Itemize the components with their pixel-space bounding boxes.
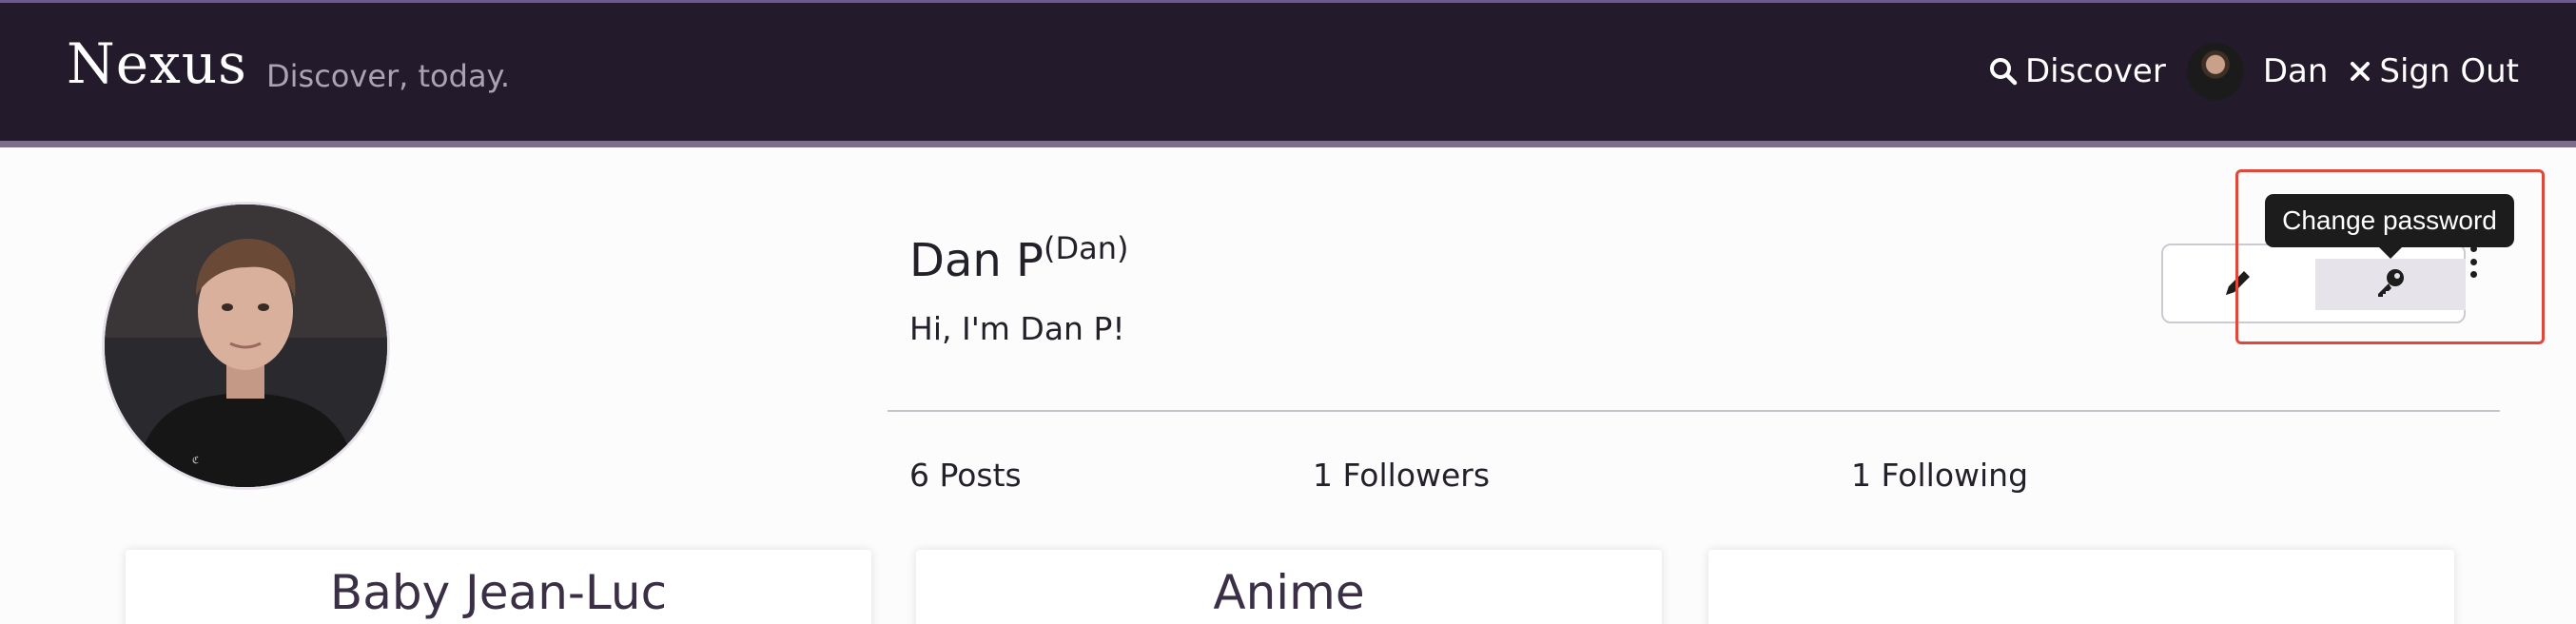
user-name-link[interactable]: Dan — [2263, 52, 2329, 90]
sign-out-label: Sign Out — [2379, 52, 2519, 90]
tagline: Discover, today. — [266, 58, 511, 94]
posts-count[interactable]: 6 Posts — [909, 457, 1022, 494]
discover-link[interactable]: Discover — [1989, 52, 2166, 90]
post-card[interactable] — [1708, 550, 2454, 624]
post-card[interactable]: Anime — [916, 550, 1662, 624]
change-password-tooltip: Change password — [2265, 194, 2514, 259]
search-icon — [1989, 57, 2018, 86]
profile-actions-group — [2161, 244, 2466, 323]
top-navbar: Nexus Discover, today. Discover Dan Sign… — [0, 0, 2576, 147]
pencil-icon — [2222, 266, 2254, 302]
profile-name: Dan P(Dan) — [909, 230, 1129, 287]
change-password-button[interactable] — [2315, 259, 2466, 310]
full-name: Dan P — [909, 234, 1044, 287]
close-icon — [2349, 60, 2371, 83]
discover-label: Discover — [2024, 52, 2166, 90]
post-card-title: Anime — [1213, 565, 1365, 620]
username: (Dan) — [1044, 230, 1129, 266]
profile-divider — [888, 410, 2500, 412]
post-card-title: Baby Jean-Luc — [329, 565, 668, 620]
profile-photo: ℭ — [102, 202, 390, 490]
profile-bio: Hi, I'm Dan P! — [909, 310, 1125, 347]
svg-text:ℭ: ℭ — [192, 456, 199, 466]
followers-count[interactable]: 1 Followers — [1313, 457, 1490, 494]
profile-photo-image: ℭ — [105, 205, 387, 487]
nav-right: Discover Dan Sign Out — [1989, 41, 2519, 102]
post-card[interactable]: Baby Jean-Luc — [126, 550, 871, 624]
avatar[interactable] — [2186, 43, 2244, 100]
brand-logo[interactable]: Nexus — [67, 31, 247, 96]
edit-profile-button[interactable] — [2176, 259, 2300, 310]
more-options-button[interactable] — [2466, 245, 2481, 278]
key-icon — [2373, 265, 2408, 303]
following-count[interactable]: 1 Following — [1851, 457, 2028, 494]
sign-out-link[interactable]: Sign Out — [2349, 52, 2519, 90]
